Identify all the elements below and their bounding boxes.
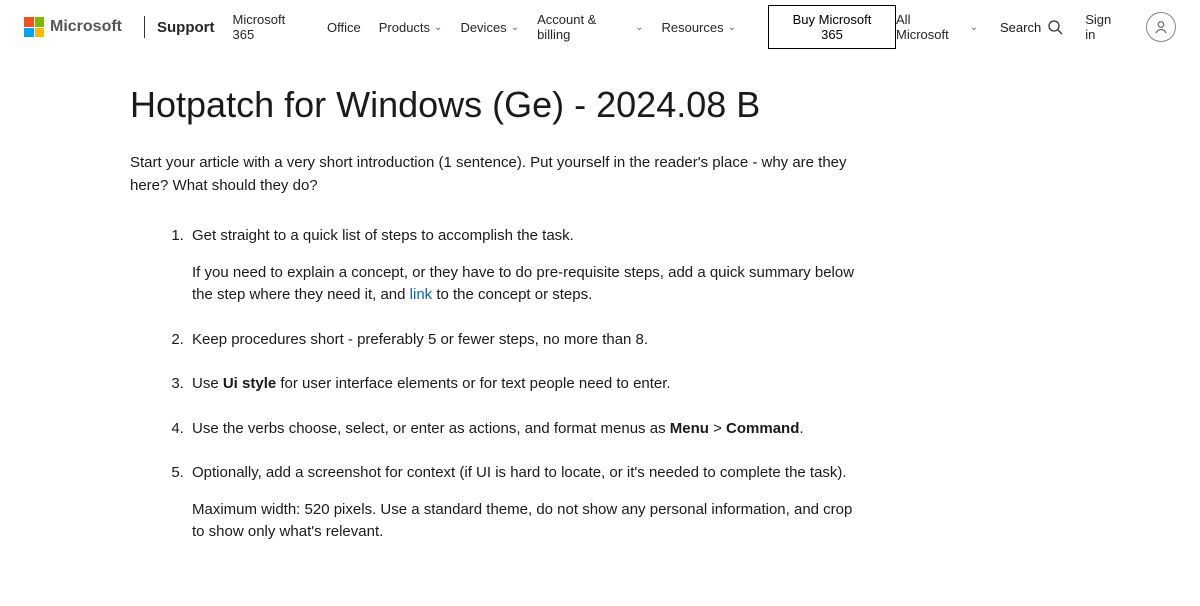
chevron-down-icon: ⌄: [434, 22, 442, 33]
user-avatar[interactable]: [1146, 12, 1176, 42]
search-icon: [1047, 19, 1063, 35]
user-icon: [1153, 19, 1169, 35]
search-button[interactable]: Search: [1000, 19, 1063, 35]
nav-resources-label: Resources: [661, 20, 723, 35]
nav-all-microsoft-label: All Microsoft: [896, 12, 966, 42]
nav-products-label: Products: [379, 20, 430, 35]
nav-m365[interactable]: Microsoft 365: [233, 12, 310, 42]
brand-logo-group[interactable]: Microsoft: [24, 17, 140, 37]
ui-style-bold: Ui style: [223, 375, 276, 392]
steps-list: Get straight to a quick list of steps to…: [130, 225, 860, 544]
intro-paragraph: Start your article with a very short int…: [130, 152, 860, 197]
step-1: Get straight to a quick list of steps to…: [188, 225, 860, 307]
header-divider: [144, 16, 145, 38]
step-5-note: Maximum width: 520 pixels. Use a standar…: [192, 499, 860, 544]
nav-all-microsoft[interactable]: All Microsoft ⌄: [896, 12, 978, 42]
concept-link[interactable]: link: [410, 286, 433, 303]
brand-name: Microsoft: [50, 18, 122, 36]
global-header: Microsoft Support Microsoft 365 Office P…: [0, 0, 1200, 54]
nav-devices-label: Devices: [460, 20, 506, 35]
nav-devices[interactable]: Devices ⌄: [460, 20, 519, 35]
nav-account[interactable]: Account & billing ⌄: [537, 12, 643, 42]
nav-office[interactable]: Office: [327, 20, 361, 35]
menu-bold: Menu: [670, 420, 709, 437]
chevron-down-icon: ⌄: [970, 22, 978, 33]
search-label: Search: [1000, 20, 1041, 35]
step-1-note: If you need to explain a concept, or the…: [192, 262, 860, 307]
nav-products[interactable]: Products ⌄: [379, 20, 443, 35]
article-body: Hotpatch for Windows (Ge) - 2024.08 B St…: [0, 54, 860, 606]
header-right-group: All Microsoft ⌄ Search Sign in: [896, 12, 1176, 42]
nav-resources[interactable]: Resources ⌄: [661, 20, 736, 35]
step-5-text: Optionally, add a screenshot for context…: [192, 464, 847, 481]
buy-button[interactable]: Buy Microsoft 365: [768, 5, 896, 49]
primary-nav: Support Microsoft 365 Office Products ⌄ …: [157, 5, 896, 49]
microsoft-logo-icon: [24, 17, 44, 37]
step-3: Use Ui style for user interface elements…: [188, 373, 860, 396]
chevron-down-icon: ⌄: [728, 22, 736, 33]
step-2: Keep procedures short - preferably 5 or …: [188, 329, 860, 352]
page-title: Hotpatch for Windows (Ge) - 2024.08 B: [130, 84, 860, 126]
step-4: Use the verbs choose, select, or enter a…: [188, 418, 860, 441]
signin-link[interactable]: Sign in: [1085, 12, 1124, 42]
step-5: Optionally, add a screenshot for context…: [188, 462, 860, 544]
nav-support[interactable]: Support: [157, 19, 215, 36]
chevron-down-icon: ⌄: [635, 22, 643, 33]
nav-account-label: Account & billing: [537, 12, 631, 42]
command-bold: Command: [726, 420, 799, 437]
chevron-down-icon: ⌄: [511, 22, 519, 33]
step-1-text: Get straight to a quick list of steps to…: [192, 227, 574, 244]
